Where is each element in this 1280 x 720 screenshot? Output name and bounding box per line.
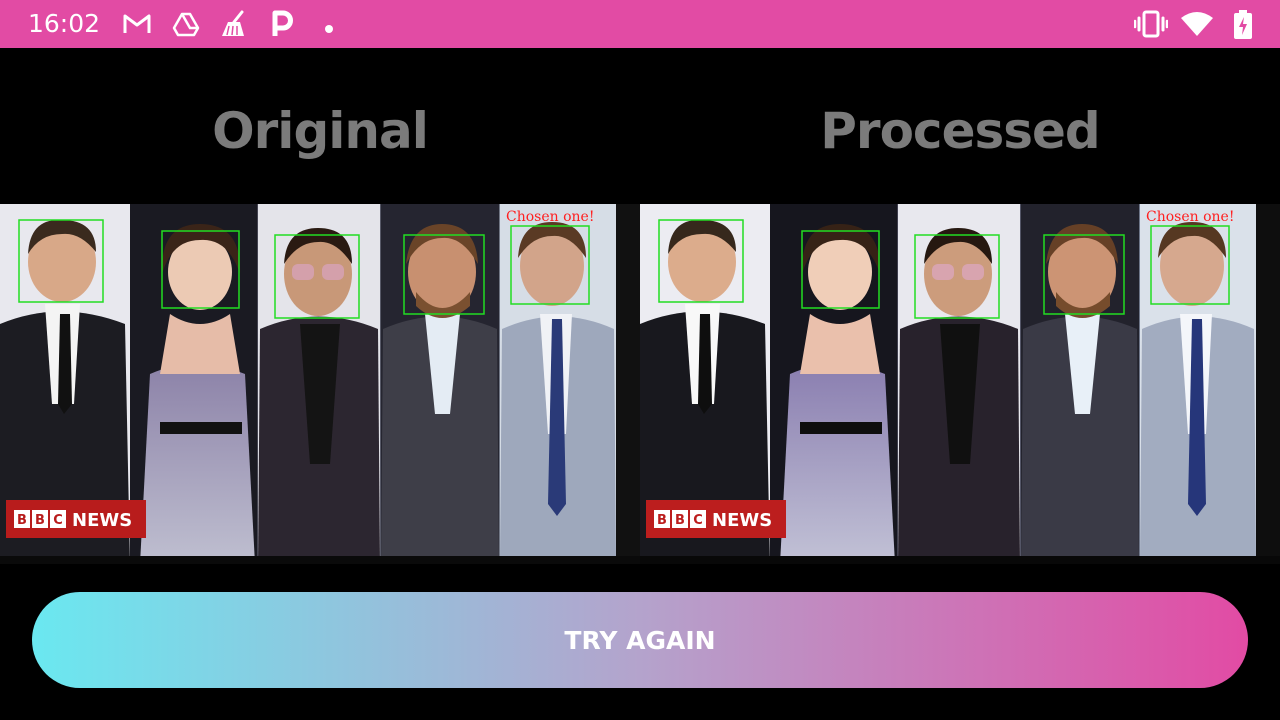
drive-icon	[172, 10, 200, 42]
vibrate-icon	[1133, 10, 1169, 42]
status-time: 16:02	[28, 9, 101, 38]
bbc-letter-c: C	[693, 513, 703, 528]
status-bar: 16:02	[0, 0, 1280, 48]
try-again-label: TRY AGAIN	[564, 625, 716, 655]
gmail-icon	[122, 10, 152, 42]
bbc-letter-b2: B	[35, 513, 45, 528]
bbc-letter-b1: B	[657, 513, 667, 528]
original-image: B B C NEWS Chosen one!	[0, 204, 640, 564]
battery-charging-icon	[1234, 10, 1252, 44]
bbc-letter-b1: B	[17, 513, 27, 528]
bbc-letter-c: C	[53, 513, 63, 528]
chosen-one-label: Chosen one!	[1146, 209, 1234, 225]
dot-icon	[324, 19, 334, 38]
bbc-news-text: NEWS	[712, 510, 772, 531]
bbc-news-text: NEWS	[72, 510, 132, 531]
original-title: Original	[212, 102, 429, 160]
bbc-letter-b2: B	[675, 513, 685, 528]
processed-title: Processed	[820, 102, 1100, 160]
wifi-icon	[1180, 10, 1214, 42]
try-again-button[interactable]: TRY AGAIN	[32, 592, 1248, 688]
p-app-icon	[270, 10, 294, 42]
cleaner-icon	[220, 10, 248, 42]
processed-image: B B C NEWS Chosen one!	[640, 204, 1280, 564]
chosen-one-label: Chosen one!	[506, 209, 594, 225]
